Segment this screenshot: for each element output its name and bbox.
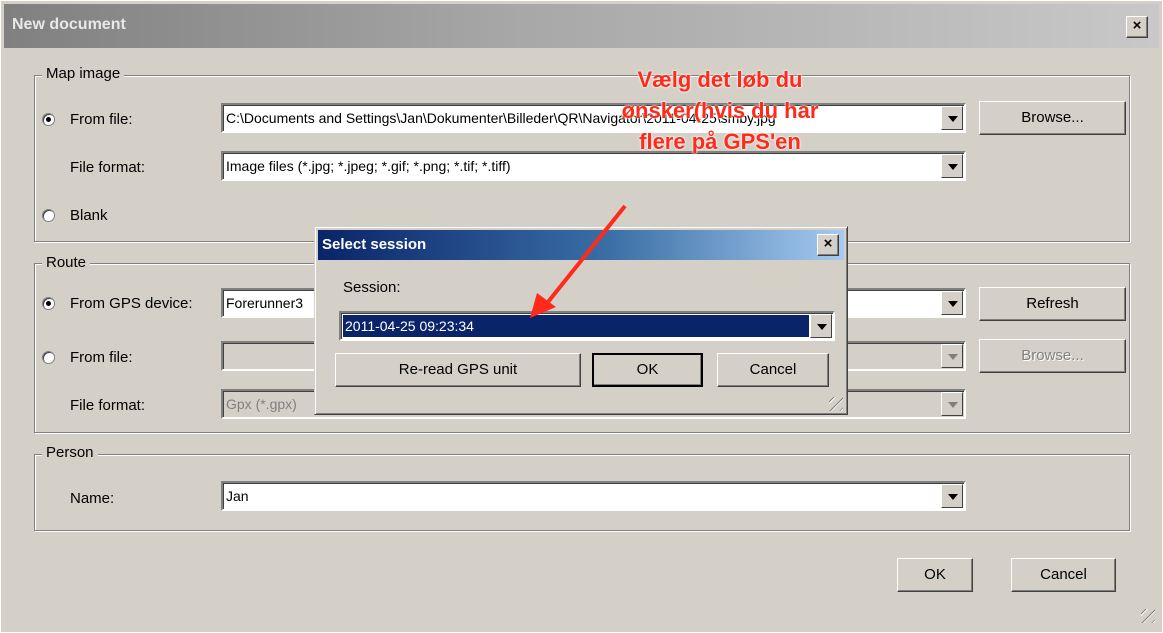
arrow-shaft bbox=[546, 204, 627, 304]
annotation-arrow bbox=[530, 204, 627, 318]
